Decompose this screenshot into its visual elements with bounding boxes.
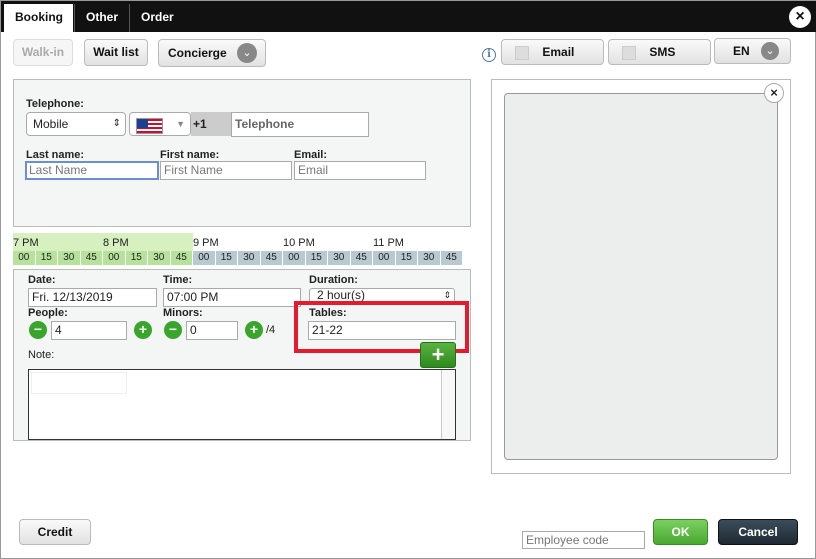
note-inner-box: [31, 372, 127, 394]
timeline-slot[interactable]: 00: [193, 251, 216, 265]
timeline-slot[interactable]: 30: [418, 251, 441, 265]
add-table-button[interactable]: +: [420, 342, 456, 368]
sms-label: SMS: [649, 45, 676, 59]
info-icon[interactable]: i: [482, 48, 496, 62]
people-minus-button[interactable]: −: [29, 321, 47, 339]
employee-code-input[interactable]: Employee code: [522, 531, 645, 549]
tab-bar: Booking Other Order ×: [1, 1, 816, 32]
minors-minus-button[interactable]: −: [164, 321, 182, 339]
people-input[interactable]: 4: [51, 321, 127, 340]
timeline-hour: 11 PM: [373, 237, 404, 249]
timeline-slot[interactable]: 15: [395, 251, 418, 265]
minors-plus-button[interactable]: +: [245, 321, 263, 339]
timeline-slot[interactable]: 15: [215, 251, 238, 265]
minors-max: /4: [266, 324, 276, 336]
chevron-down-icon[interactable]: ⌄: [237, 43, 257, 63]
timeline-slot[interactable]: 45: [80, 251, 103, 265]
telephone-label: Telephone:: [26, 98, 84, 110]
phone-type-select[interactable]: Mobile ⇕: [26, 112, 126, 136]
telephone-input[interactable]: Telephone: [231, 112, 369, 137]
time-label: Time:: [163, 274, 193, 286]
lastname-input[interactable]: Last Name: [25, 161, 159, 180]
timeline-slot[interactable]: 00: [13, 251, 36, 265]
phone-type-value: Mobile: [33, 117, 69, 131]
timeline-slot[interactable]: 30: [58, 251, 81, 265]
timeline-slot[interactable]: 15: [305, 251, 328, 265]
language-select[interactable]: EN: [714, 38, 791, 64]
timeline-slot[interactable]: 45: [440, 251, 463, 265]
chevron-down-icon[interactable]: ⌄: [761, 42, 779, 60]
booking-dialog: Booking Other Order × Walk-in Wait list …: [0, 0, 816, 559]
minors-label: Minors:: [163, 307, 203, 319]
tab-order[interactable]: Order: [129, 4, 185, 32]
concierge-label: Concierge: [168, 46, 227, 60]
email-field[interactable]: Email: [294, 161, 426, 180]
duration-value: 2 hour(s): [317, 288, 366, 302]
tab-booking[interactable]: Booking: [4, 4, 73, 32]
credit-button[interactable]: Credit: [19, 519, 91, 545]
side-panel-content: [504, 93, 778, 460]
minors-input[interactable]: 0: [186, 321, 238, 340]
firstname-label: First name:: [160, 149, 220, 161]
note-label: Note:: [28, 349, 55, 361]
timeline-slot[interactable]: 30: [148, 251, 171, 265]
lastname-label: Last name:: [26, 149, 85, 161]
timeline-slots: 00 15 30 45 00 15 30 45 00 15 30 45 00 15 30 45 00 15 30 45: [13, 251, 463, 265]
tab-other[interactable]: Other: [74, 4, 129, 32]
date-input[interactable]: Fri. 12/13/2019: [28, 288, 157, 307]
timeline-hour: 7 PM: [13, 237, 39, 249]
timeline-slot[interactable]: 15: [35, 251, 58, 265]
cancel-button[interactable]: Cancel: [718, 519, 798, 545]
close-icon[interactable]: ×: [764, 83, 784, 103]
duration-label: Duration:: [309, 274, 358, 286]
email-toggle[interactable]: Email: [501, 39, 604, 65]
timeline-slot[interactable]: 30: [328, 251, 351, 265]
email-field-label: Email:: [294, 149, 328, 161]
timeline-slot[interactable]: 00: [283, 251, 306, 265]
timeline-hours: 7 PM 8 PM 9 PM 10 PM 11 PM: [13, 237, 463, 251]
us-flag-icon: [136, 118, 163, 134]
waitlist-button[interactable]: Wait list: [84, 39, 148, 66]
timeline-slot[interactable]: 45: [170, 251, 193, 265]
walkin-button[interactable]: Walk-in: [13, 39, 73, 66]
timeline-slot[interactable]: 00: [373, 251, 396, 265]
timeline-hour: 8 PM: [103, 237, 129, 249]
country-code: +1: [191, 112, 231, 136]
timeline-hour: 10 PM: [283, 237, 315, 249]
sms-checkbox[interactable]: [622, 45, 636, 60]
timeline-slot[interactable]: 15: [125, 251, 148, 265]
timeline-hour: 9 PM: [193, 237, 219, 249]
firstname-input[interactable]: First Name: [160, 161, 292, 180]
timeline-slot[interactable]: 45: [260, 251, 283, 265]
email-checkbox[interactable]: [515, 45, 529, 60]
people-plus-button[interactable]: +: [134, 321, 152, 339]
sms-toggle[interactable]: SMS: [608, 39, 711, 65]
close-icon[interactable]: ×: [789, 6, 811, 28]
caret-down-icon: ▼: [176, 119, 185, 129]
note-textarea[interactable]: [28, 369, 456, 440]
time-input[interactable]: 07:00 PM: [163, 288, 301, 307]
timeline-slot[interactable]: 45: [350, 251, 373, 265]
side-panel: [491, 79, 791, 474]
email-label: Email: [542, 45, 575, 59]
ok-button[interactable]: OK: [653, 519, 708, 545]
date-label: Date:: [28, 274, 56, 286]
language-label: EN: [733, 44, 750, 58]
timeline-slot[interactable]: 30: [238, 251, 261, 265]
sort-icon: ⇕: [112, 118, 121, 129]
note-scrollbar[interactable]: [441, 370, 455, 439]
people-label: People:: [28, 307, 68, 319]
timeline-slot[interactable]: 00: [103, 251, 126, 265]
